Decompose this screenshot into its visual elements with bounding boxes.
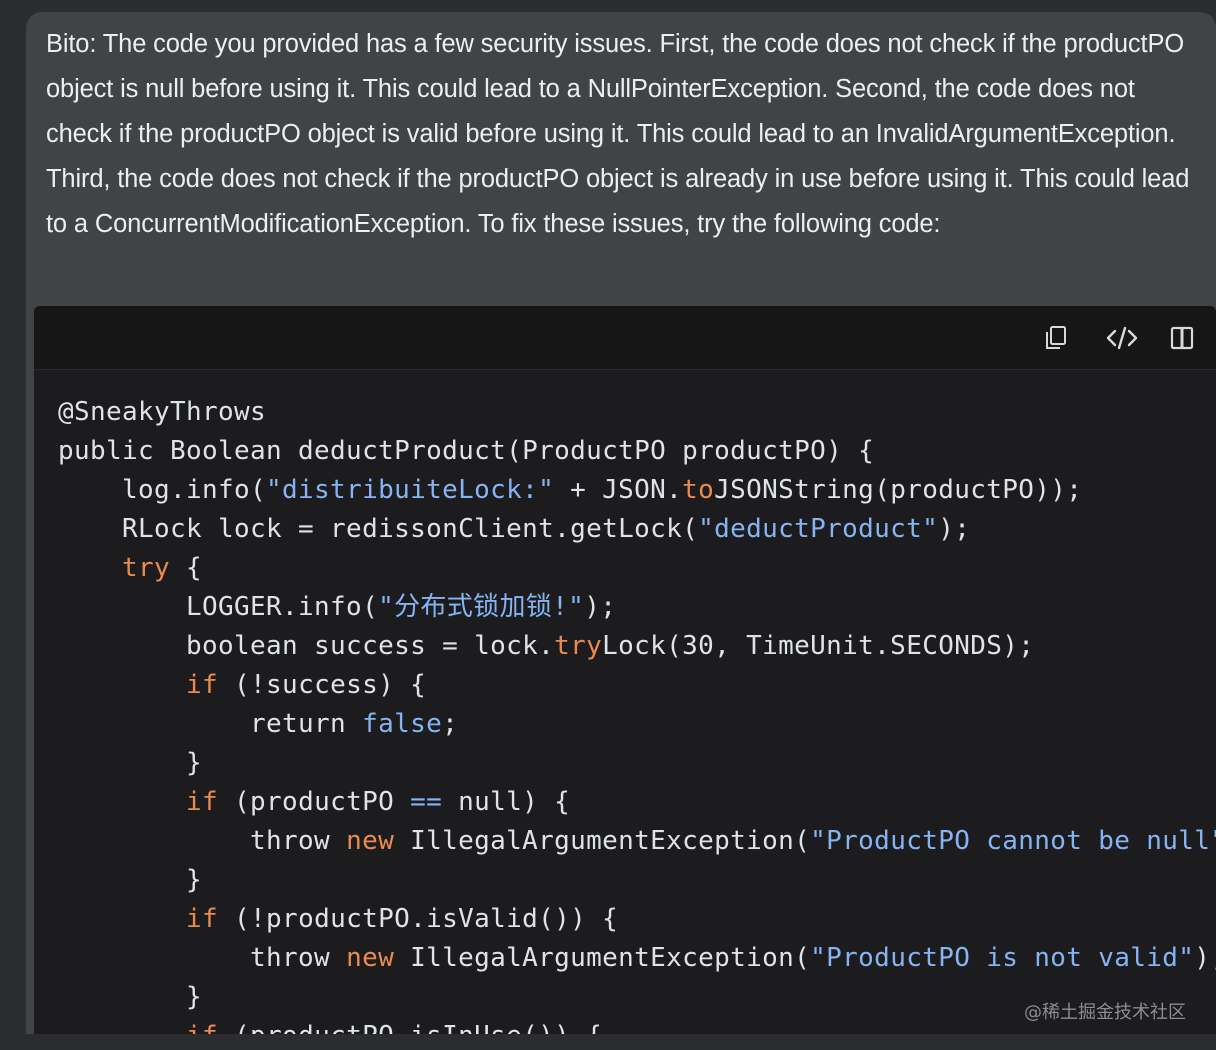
code-line: boolean success = lock.tryLock(30, TimeU… [58,627,1216,666]
code-line: throw new IllegalArgumentException("Prod… [58,939,1216,978]
code-icon [1105,326,1139,350]
code-token: } [58,748,203,778]
code-token: ); [584,592,617,622]
code-token: boolean success = lock. [58,631,555,661]
code-line: } [58,861,1216,900]
code-line: RLock lock = redissonClient.getLock("ded… [58,510,1216,549]
code-token: "ProductPO cannot be null" [810,826,1216,856]
code-content: @SneakyThrows public Boolean deductProduc… [58,393,1216,1034]
code-token: if [186,670,219,700]
code-token: ); [1194,943,1216,973]
code-line: throw new IllegalArgumentException("Prod… [58,822,1216,861]
code-line: return false; [58,705,1216,744]
code-token: "ProductPO is not valid" [810,943,1195,973]
split-view-icon [1170,326,1194,350]
code-token: (!productPO.isValid()) { [218,904,619,934]
code-token: (!success) { [218,670,427,700]
copy-icon [1044,325,1068,351]
copy-button[interactable] [1038,320,1074,356]
code-token: RLock lock = redissonClient.getLock( [58,514,699,544]
code-token: (productPO.isInUse()) { [218,1021,602,1034]
watermark: @稀土掘金技术社区 [1024,1002,1186,1023]
code-token: JSONString(productPO)); [714,475,1083,505]
code-token: LOGGER.info( [58,592,379,622]
code-token: throw [58,826,347,856]
code-block: @SneakyThrows public Boolean deductProduc… [34,306,1216,1034]
code-token: try [554,631,603,661]
code-token: (productPO [218,787,411,817]
split-view-button[interactable] [1164,320,1200,356]
code-token: @SneakyThrows [58,397,267,427]
code-token: IllegalArgumentException( [394,826,811,856]
code-line: @SneakyThrows [58,393,1216,432]
code-token: } [58,982,203,1012]
code-token: log.info( [58,475,267,505]
code-token: new [346,943,395,973]
code-token: } [58,865,203,895]
code-token: IllegalArgumentException( [394,943,811,973]
code-token: ; [442,709,459,739]
code-token: ); [938,514,971,544]
code-token: null) { [442,787,571,817]
code-line: if (productPO == null) { [58,783,1216,822]
code-toolbar [34,306,1216,370]
code-line: public Boolean deductProduct(ProductPO p… [58,432,1216,471]
code-token: { [170,553,203,583]
code-token: if [186,787,219,817]
code-token: + JSON. [554,475,683,505]
view-code-button[interactable] [1104,320,1140,356]
code-token: to [682,475,715,505]
code-token: if [186,904,219,934]
code-token: "分布式锁加锁!" [378,592,585,622]
code-token: if [186,1021,218,1034]
code-token: "distribuiteLock:" [266,475,555,505]
assistant-message-text: Bito: The code you provided has a few se… [46,30,1190,238]
code-token: Lock(30, TimeUnit.SECONDS); [602,631,1035,661]
code-line: LOGGER.info("分布式锁加锁!"); [58,588,1216,627]
code-line: log.info("distribuiteLock:" + JSON.toJSO… [58,471,1216,510]
code-token: throw [58,943,347,973]
code-token: new [346,826,395,856]
code-token: return [58,709,363,739]
code-line: } [58,744,1216,783]
assistant-message-bubble: Bito: The code you provided has a few se… [26,12,1216,1034]
code-token: false [362,709,443,739]
code-token: == [410,787,443,817]
code-token: try [122,553,171,583]
code-line: if (!success) { [58,666,1216,705]
code-line: try { [58,549,1216,588]
code-line: if (!productPO.isValid()) { [58,900,1216,939]
code-token: "deductProduct" [698,514,939,544]
code-token: public Boolean deductProduct(ProductPO p… [58,436,875,466]
